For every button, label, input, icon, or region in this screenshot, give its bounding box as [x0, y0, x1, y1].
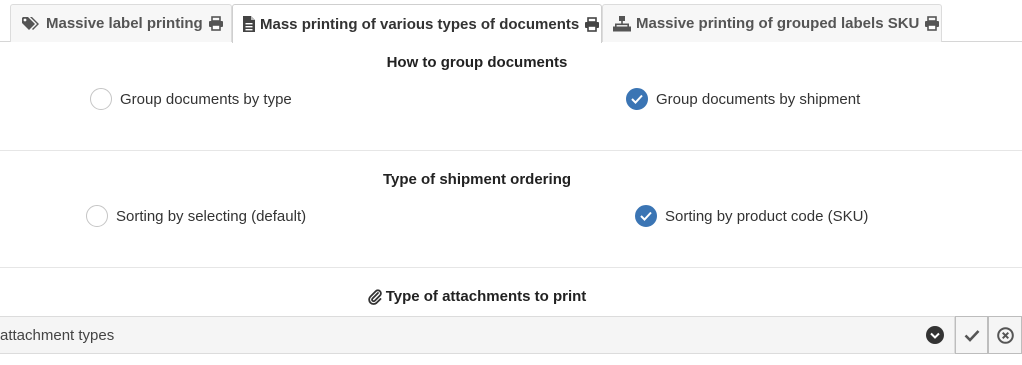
group-section-title: How to group documents — [386, 54, 568, 71]
tab-label: Mass printing of various types of docume… — [260, 15, 580, 33]
option-label: Group documents by shipment — [656, 90, 861, 108]
ordering-section-title: Type of shipment ordering — [382, 171, 572, 188]
tab-bar: Massive label printing Mass printing of … — [0, 0, 1022, 43]
attachment-types-select[interactable]: attachment types — [0, 316, 955, 354]
attachments-title-label: Type of attachments to print — [385, 288, 587, 305]
group-by-type-option[interactable]: Group documents by type — [90, 88, 292, 110]
confirm-button[interactable] — [955, 316, 988, 354]
check-icon — [631, 94, 643, 104]
tab-massive-label-printing[interactable]: Massive label printing — [10, 4, 232, 42]
clear-button[interactable] — [988, 316, 1022, 354]
option-label: Group documents by type — [120, 90, 292, 108]
radio-unchecked[interactable] — [86, 205, 108, 227]
printer-icon — [208, 16, 223, 31]
section-divider — [0, 267, 1022, 268]
check-icon — [964, 329, 979, 342]
document-icon — [243, 16, 255, 32]
paperclip-icon — [367, 288, 382, 305]
sort-by-sku-option[interactable]: Sorting by product code (SKU) — [635, 205, 868, 227]
radio-checked[interactable] — [626, 88, 648, 110]
check-icon — [640, 211, 652, 221]
option-label: Sorting by product code (SKU) — [665, 207, 869, 225]
radio-unchecked[interactable] — [90, 88, 112, 110]
section-divider — [0, 150, 1022, 151]
attachments-section-title: Type of attachments to print — [0, 288, 954, 305]
tags-icon — [22, 16, 39, 30]
printer-icon — [585, 16, 600, 32]
printer-icon — [925, 16, 940, 31]
tab-label: Massive label printing — [46, 15, 203, 32]
tab-grouped-labels-sku[interactable]: Massive printing of grouped labels SKU — [602, 4, 942, 42]
clear-circle-icon — [996, 326, 1014, 344]
tab-label: Massive printing of grouped labels SKU — [636, 15, 920, 32]
group-by-shipment-option[interactable]: Group documents by shipment — [626, 88, 860, 110]
option-label: Sorting by selecting (default) — [116, 207, 307, 225]
tab-mass-printing-documents[interactable]: Mass printing of various types of docume… — [232, 4, 602, 43]
chevron-down-icon[interactable] — [926, 326, 944, 344]
sort-by-selecting-option[interactable]: Sorting by selecting (default) — [86, 205, 306, 227]
sitemap-icon — [613, 15, 631, 31]
radio-checked[interactable] — [635, 205, 657, 227]
select-value: attachment types — [0, 326, 115, 344]
